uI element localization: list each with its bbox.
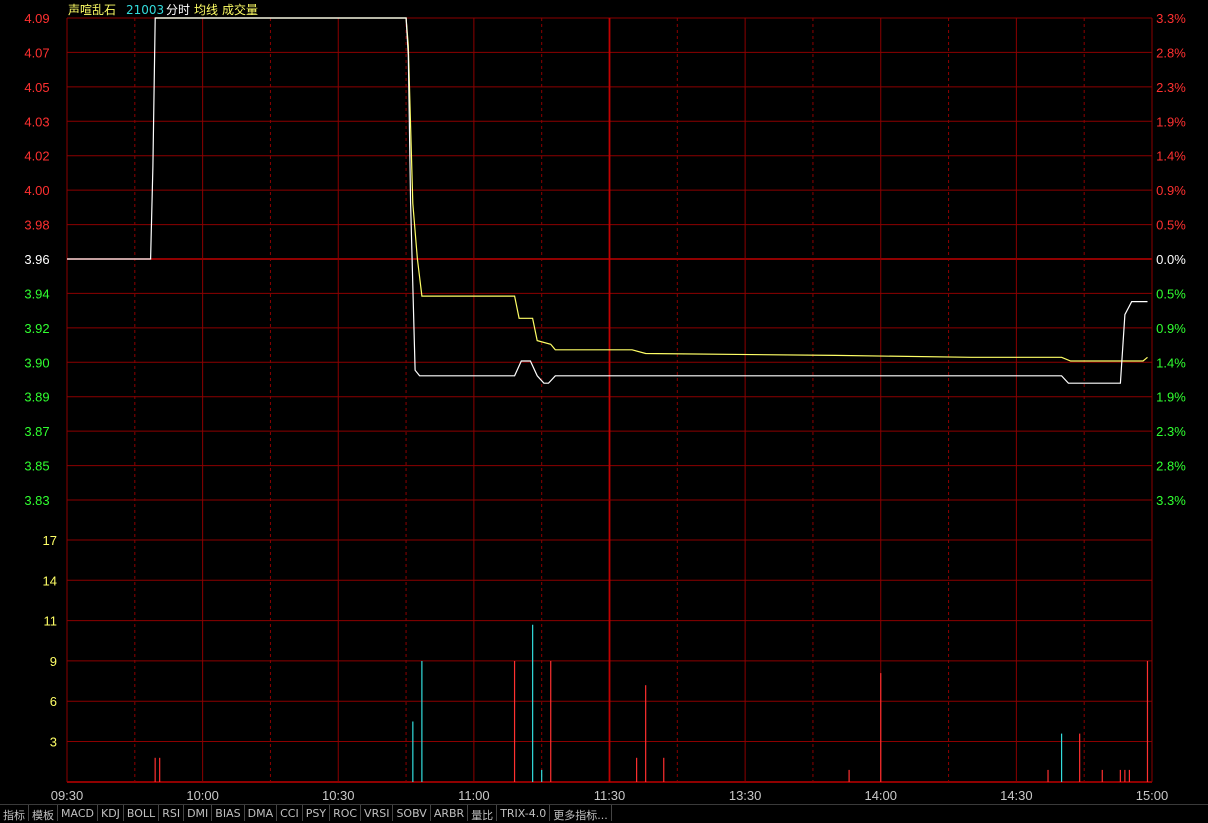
- percent-tick-label: 1.9%: [1156, 390, 1186, 405]
- price-tick-label: 4.09: [24, 11, 49, 26]
- time-tick-label: 11:30: [594, 788, 626, 803]
- price-tick-label: 3.98: [24, 218, 49, 233]
- price-tick-label: 3.90: [24, 355, 49, 370]
- time-tick-label: 13:30: [729, 788, 762, 803]
- price-tick-label: 3.92: [24, 321, 49, 336]
- percent-tick-label: 2.8%: [1156, 45, 1186, 60]
- indicator-tab-8[interactable]: BIAS: [212, 805, 245, 821]
- indicator-tab-5[interactable]: BOLL: [124, 805, 160, 821]
- volume-tick-label: 6: [50, 694, 57, 709]
- percent-tick-label: 3.3%: [1156, 493, 1186, 508]
- indicator-tab-18[interactable]: 更多指标...: [550, 805, 612, 822]
- indicator-tab-1[interactable]: 指标: [0, 805, 29, 822]
- percent-tick-label: 3.3%: [1156, 11, 1186, 26]
- indicator-tab-10[interactable]: CCI: [277, 805, 303, 821]
- volume-tick-label: 11: [44, 614, 58, 629]
- price-tick-label: 4.07: [24, 45, 49, 60]
- indicator-tab-11[interactable]: PSY: [303, 805, 331, 821]
- header-label-3: 成交量: [222, 2, 258, 17]
- price-tick-label: 3.85: [24, 459, 49, 474]
- percent-tick-label: 0.9%: [1156, 183, 1186, 198]
- price-tick-label: 3.89: [24, 390, 49, 405]
- price-tick-label: 4.05: [24, 80, 49, 95]
- indicator-tab-17[interactable]: TRIX-4.0: [497, 805, 551, 821]
- percent-tick-label: 1.4%: [1156, 149, 1186, 164]
- volume-tick-label: 9: [50, 654, 57, 669]
- percent-tick-label: 2.3%: [1156, 424, 1186, 439]
- price-tick-label: 3.83: [24, 493, 49, 508]
- time-tick-label: 14:00: [864, 788, 897, 803]
- volume-tick-label: 17: [43, 533, 57, 548]
- time-tick-label: 15:00: [1136, 788, 1169, 803]
- indicator-tab-2[interactable]: 模板: [29, 805, 58, 822]
- price-tick-label: 3.94: [24, 286, 49, 301]
- price-tick-label: 4.00: [24, 183, 49, 198]
- chart-background: [0, 0, 1208, 804]
- volume-tick-label: 3: [50, 735, 57, 750]
- stock-name: 声喧乱石: [68, 2, 116, 17]
- percent-tick-label: 0.9%: [1156, 321, 1186, 336]
- percent-tick-label: 0.5%: [1156, 218, 1186, 233]
- indicator-tab-13[interactable]: VRSI: [361, 805, 394, 821]
- indicator-tab-16[interactable]: 量比: [468, 805, 498, 822]
- price-tick-label: 4.03: [24, 114, 49, 129]
- percent-tick-label: 0.5%: [1156, 286, 1186, 301]
- price-tick-label: 3.96: [24, 252, 49, 267]
- time-tick-label: 10:30: [322, 788, 355, 803]
- indicator-tab-9[interactable]: DMA: [245, 805, 278, 821]
- time-tick-label: 09:30: [51, 788, 84, 803]
- stock-code: 21003: [126, 3, 164, 17]
- percent-tick-label: 1.4%: [1156, 355, 1186, 370]
- intraday-chart[interactable]: 4.09 3.3% 4.07 2.8% 4.05 2.3% 4.03 1.9% 4.02 1.4%…: [0, 0, 1208, 804]
- indicator-tab-6[interactable]: RSI: [159, 805, 185, 821]
- price-tick-label: 4.02: [24, 149, 49, 164]
- indicator-tab-15[interactable]: ARBR: [431, 805, 469, 821]
- time-tick-label: 14:30: [1000, 788, 1033, 803]
- header-label-1: 分时: [166, 3, 190, 17]
- header-label-2: 均线: [194, 3, 218, 17]
- percent-tick-label: 2.8%: [1156, 459, 1186, 474]
- time-tick-label: 11:00: [458, 788, 490, 803]
- percent-tick-label: 2.3%: [1156, 80, 1186, 95]
- volume-tick-label: 14: [43, 573, 57, 588]
- indicator-tab-14[interactable]: SOBV: [393, 805, 431, 821]
- price-tick-label: 3.87: [24, 424, 49, 439]
- time-tick-label: 10:00: [186, 788, 219, 803]
- percent-tick-label: 1.9%: [1156, 114, 1186, 129]
- indicator-tab-bar: 指标 模板 MACD KDJ BOLL RSI DMI BIAS DMA CCI PSY ROC VRS…: [0, 804, 1208, 823]
- indicator-tab-12[interactable]: ROC: [330, 805, 362, 821]
- indicator-tab-4[interactable]: KDJ: [98, 805, 124, 821]
- indicator-tab-3[interactable]: MACD: [58, 805, 98, 821]
- percent-tick-label: 0.0%: [1156, 252, 1186, 267]
- indicator-tab-7[interactable]: DMI: [184, 805, 213, 821]
